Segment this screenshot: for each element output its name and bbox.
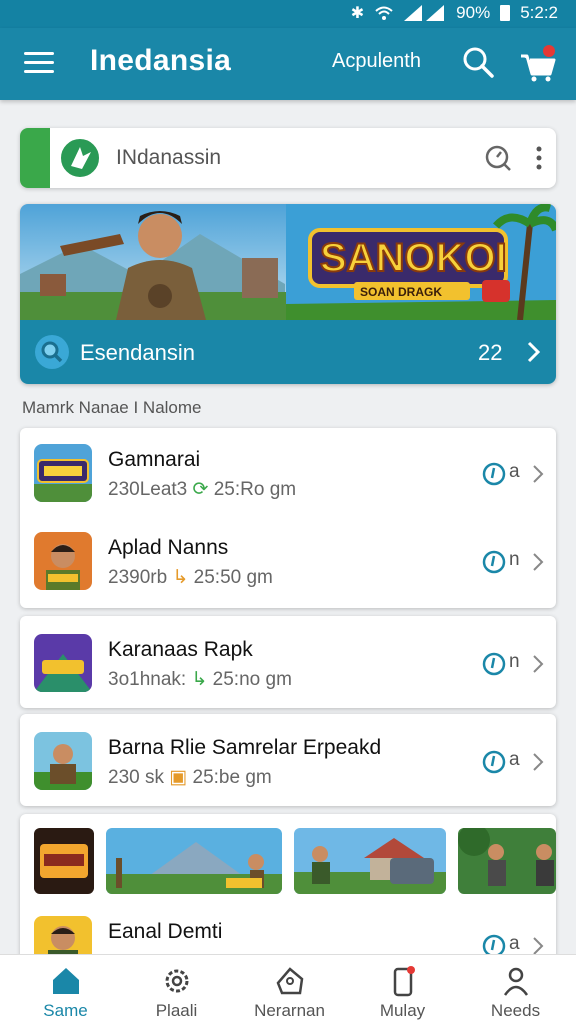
status-letter: a	[509, 749, 520, 770]
status-letter: n	[509, 651, 520, 672]
game-thumbnail	[34, 634, 92, 692]
nav-label: Mulay	[379, 1001, 426, 1020]
carousel-tile[interactable]	[294, 828, 446, 894]
game-name: Aplad Nanns	[108, 536, 229, 559]
settings-gear-icon	[165, 969, 189, 993]
menu-icon[interactable]	[24, 52, 54, 74]
nav-label: Needs	[490, 1001, 541, 1020]
phone-icon	[393, 966, 415, 997]
banner-logo-sub: SOAN DRAGK	[360, 285, 442, 299]
chest-icon: ▣	[169, 767, 188, 788]
banner-bar[interactable]: Esendansin 22	[20, 320, 556, 384]
game-meta: 230Leat3 ⟳ 25:Ro gm	[108, 479, 297, 500]
status-letter: n	[509, 549, 520, 570]
game-row[interactable]: Karanaas Rapk 3o1hnak: ↳ 25:no gm n	[20, 618, 556, 706]
person-icon	[503, 967, 529, 996]
tag-icon	[276, 967, 304, 995]
carousel-tile[interactable]	[106, 828, 282, 894]
game-meta: 3o1hnak: ↳ 25:no gm	[108, 669, 292, 690]
nav-item-nerarnan[interactable]: Nerarnan	[232, 955, 347, 1025]
wifi-icon	[375, 6, 393, 20]
banner-logo-text: SANOKOI	[320, 236, 507, 280]
featured-banner[interactable]: SANOKOI SOAN DRAGK Esendansin 22	[20, 204, 556, 384]
status-icon	[482, 462, 506, 486]
search-icon[interactable]	[460, 44, 496, 80]
nav-item-same[interactable]: Same	[8, 955, 123, 1025]
more-vert-icon[interactable]	[534, 144, 544, 172]
screenshot-strip[interactable]	[20, 828, 556, 898]
game-meta: 2390rb ↳ 25:50 gm	[108, 567, 273, 588]
account-link[interactable]: Acpulenth	[332, 50, 421, 73]
banner-count: 22	[478, 340, 503, 365]
clock: 5:2:2	[520, 3, 558, 22]
bottom-navigation: Same Plaali Nerarnan Mulay Needs	[0, 954, 576, 1025]
status-icon	[482, 550, 506, 574]
game-list-card: Karanaas Rapk 3o1hnak: ↳ 25:no gm n	[20, 616, 556, 708]
leaf-icon: ↳	[191, 669, 208, 690]
app-title: Inedansia	[90, 44, 232, 77]
search-card-accent	[20, 128, 50, 188]
notification-badge	[543, 45, 555, 57]
section-title: Mamrk Nanae I Nalome	[22, 398, 202, 417]
chevron-right-icon	[533, 753, 544, 771]
home-icon	[53, 968, 79, 994]
game-row[interactable]: Barna Rlie Samrelar Erpeakd 230 sk ▣ 25:…	[20, 716, 556, 804]
app-bar: Inedansia Acpulenth	[0, 28, 576, 100]
nav-item-plaali[interactable]: Plaali	[119, 955, 234, 1025]
status-icon	[482, 750, 506, 774]
game-carousel-card: Eanal Demti a	[20, 814, 556, 974]
banner-artwork: SANOKOI SOAN DRAGK	[20, 204, 556, 320]
badge-icon: ↳	[172, 567, 189, 588]
chevron-right-icon	[533, 465, 544, 483]
search-card[interactable]: INdanassin	[20, 128, 556, 188]
game-thumbnail	[34, 532, 92, 590]
signal-icon	[404, 5, 445, 21]
chevron-right-icon	[533, 937, 544, 955]
banner-label: Esendansin	[80, 340, 195, 365]
chevron-right-icon	[527, 341, 541, 363]
battery-percent: 90%	[456, 3, 491, 22]
status-letter: a	[509, 933, 520, 954]
lens-icon[interactable]	[484, 144, 512, 172]
game-name: Barna Rlie Samrelar Erpeakd	[108, 736, 382, 759]
cart-icon[interactable]	[518, 44, 558, 84]
status-icon	[482, 652, 506, 676]
game-name: Eanal Demti	[108, 920, 223, 943]
game-row[interactable]: Gamnarai 230Leat3 ⟳ 25:Ro gm a	[20, 428, 556, 516]
carousel-tile[interactable]	[458, 828, 556, 894]
bluetooth-icon: ✱	[350, 5, 365, 22]
leaf-icon: ⟳	[192, 479, 209, 500]
discover-icon	[35, 335, 69, 369]
nav-item-mulay[interactable]: Mulay	[345, 955, 460, 1025]
search-card-text: INdanassin	[116, 146, 222, 169]
battery-icon	[500, 5, 511, 21]
nav-label: Same	[43, 1001, 88, 1020]
game-name: Gamnarai	[108, 448, 201, 471]
nav-label: Plaali	[155, 1001, 198, 1020]
nav-label: Nerarnan	[254, 1001, 325, 1020]
carousel-tile[interactable]	[34, 828, 94, 894]
game-row[interactable]: Aplad Nanns 2390rb ↳ 25:50 gm n	[20, 516, 556, 604]
game-list-card: Gamnarai 230Leat3 ⟳ 25:Ro gm a Aplad Nan…	[20, 428, 556, 608]
game-thumbnail	[34, 444, 92, 502]
game-name: Karanaas Rapk	[108, 638, 253, 661]
game-meta: 230 sk ▣ 25:be gm	[108, 767, 272, 788]
chevron-right-icon	[533, 553, 544, 571]
chevron-right-icon	[533, 655, 544, 673]
status-letter: a	[509, 461, 520, 482]
status-bar: ✱ 90% 5:2:2	[0, 0, 576, 28]
nav-item-needs[interactable]: Needs	[458, 955, 573, 1025]
app-logo-icon	[58, 136, 102, 180]
game-list-card: Barna Rlie Samrelar Erpeakd 230 sk ▣ 25:…	[20, 714, 556, 806]
game-thumbnail	[34, 732, 92, 790]
